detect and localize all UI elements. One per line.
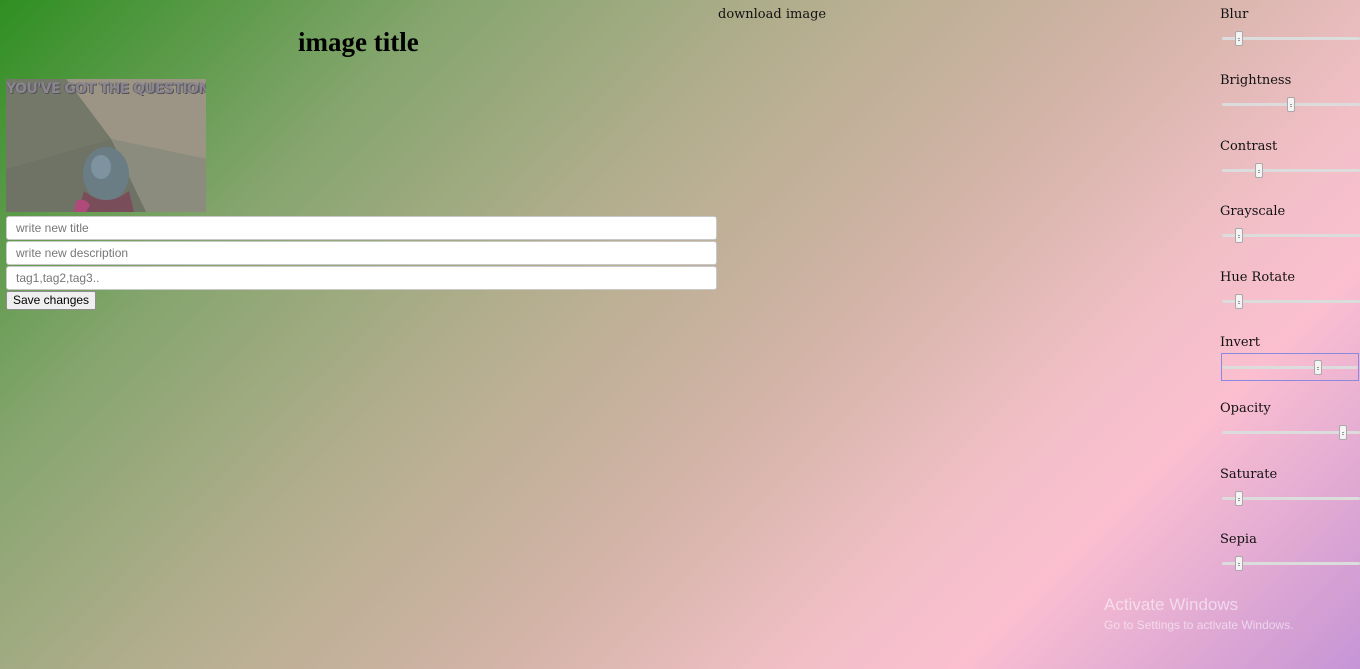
new-title-input[interactable] (6, 216, 717, 240)
slider-thumb[interactable] (1235, 31, 1243, 46)
filter-label: Contrast (1220, 139, 1278, 154)
slider-track (1222, 169, 1360, 172)
slider-thumb[interactable] (1255, 163, 1263, 178)
page-title: image title (298, 27, 419, 57)
activate-windows-watermark: Activate Windows Go to Settings to activ… (1104, 595, 1293, 632)
filter-blur: Blur (1220, 0, 1360, 60)
contrast-slider[interactable] (1222, 157, 1360, 185)
brightness-slider[interactable] (1222, 91, 1360, 119)
meme-picture (6, 79, 206, 212)
download-image-link[interactable]: download image (718, 7, 826, 22)
blur-slider[interactable] (1222, 25, 1360, 53)
filter-contrast: Contrast (1220, 132, 1360, 192)
filter-label: Opacity (1220, 401, 1271, 416)
filter-label: Hue Rotate (1220, 270, 1296, 285)
filter-opacity: Opacity (1220, 394, 1360, 454)
new-description-input[interactable] (6, 241, 717, 265)
filter-label: Saturate (1220, 467, 1278, 482)
invert-slider[interactable] (1221, 353, 1359, 381)
meme-caption: YOU'VE GOT THE QUESTIONS (6, 81, 206, 97)
save-changes-button[interactable]: Save changes (6, 291, 97, 310)
grayscale-slider[interactable] (1222, 222, 1360, 250)
tags-input[interactable] (6, 266, 717, 290)
watermark-subtitle: Go to Settings to activate Windows. (1104, 618, 1294, 632)
filter-label: Sepia (1220, 532, 1257, 547)
hue-rotate-slider[interactable] (1222, 288, 1360, 316)
slider-thumb[interactable] (1235, 491, 1243, 506)
filter-label: Grayscale (1220, 204, 1286, 219)
filter-hue-rotate: Hue Rotate (1220, 263, 1360, 323)
filter-label: Brightness (1220, 73, 1292, 88)
slider-thumb[interactable] (1314, 360, 1322, 375)
meme-image: YOU'VE GOT THE QUESTIONS (6, 79, 206, 212)
opacity-slider[interactable] (1222, 419, 1360, 447)
slider-thumb[interactable] (1339, 425, 1347, 440)
filter-sepia: Sepia (1220, 525, 1360, 585)
watermark-title: Activate Windows (1104, 595, 1239, 614)
filter-label: Blur (1220, 7, 1249, 22)
slider-thumb[interactable] (1235, 294, 1243, 309)
filter-label: Invert (1220, 335, 1260, 350)
sepia-slider[interactable] (1222, 550, 1360, 578)
slider-thumb[interactable] (1235, 556, 1243, 571)
slider-thumb[interactable] (1287, 97, 1295, 112)
filter-grayscale: Grayscale (1220, 197, 1360, 257)
filter-invert: Invert (1220, 328, 1360, 388)
filter-brightness: Brightness (1220, 66, 1360, 126)
slider-thumb[interactable] (1235, 228, 1243, 243)
slider-track (1222, 366, 1358, 369)
saturate-slider[interactable] (1222, 485, 1360, 513)
filter-saturate: Saturate (1220, 460, 1360, 520)
